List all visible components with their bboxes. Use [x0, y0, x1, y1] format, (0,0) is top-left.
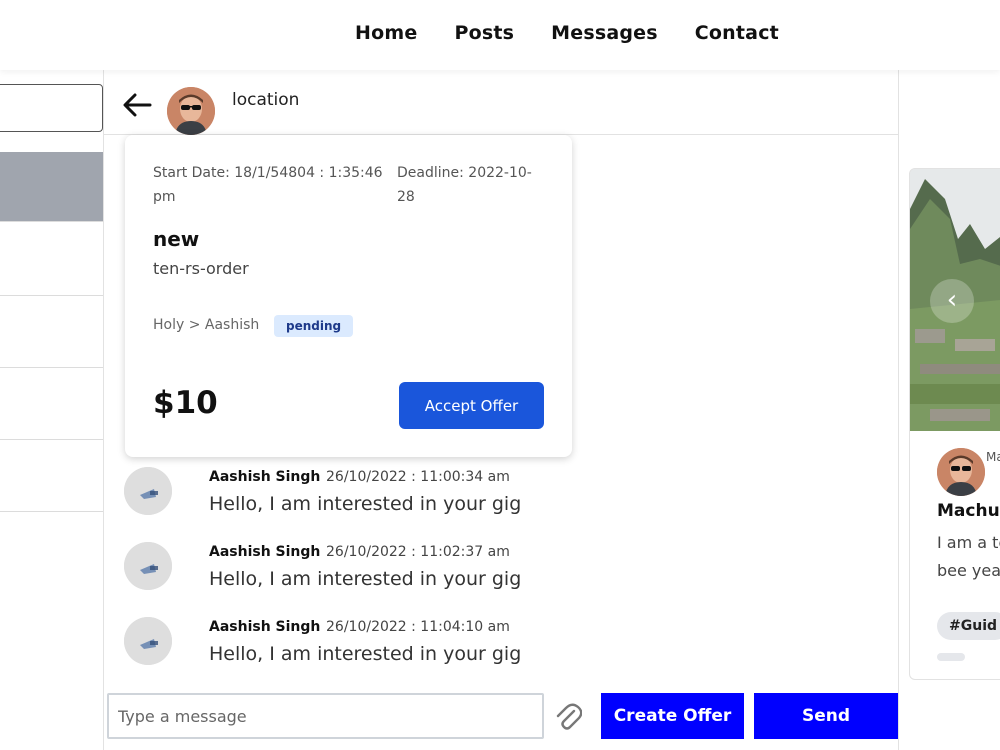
message-text: Hello, I am interested in your gig — [209, 643, 522, 665]
message-timestamp: 26/10/2022 : 11:00:34 am — [326, 469, 510, 485]
accept-offer-button[interactable]: Accept Offer — [399, 382, 544, 429]
chevron-left-icon: ‹ — [946, 285, 958, 315]
message-item: Aashish Singh 26/10/2022 : 11:02:37 am H… — [124, 542, 724, 598]
nav-home-link[interactable]: Home — [355, 22, 417, 44]
post-body: I am a te have bee years an — [937, 533, 1000, 580]
back-arrow-icon[interactable] — [122, 92, 152, 118]
message-input[interactable] — [107, 693, 544, 739]
message-timestamp: 26/10/2022 : 11:04:10 am — [326, 619, 510, 635]
carousel-indicator[interactable] — [937, 653, 965, 661]
message-author: Aashish Singh — [209, 544, 321, 560]
nav-posts-link[interactable]: Posts — [454, 22, 514, 44]
offer-price: $10 — [153, 385, 218, 421]
status-badge: pending — [274, 315, 354, 337]
message-text: Hello, I am interested in your gig — [209, 493, 522, 515]
offer-subtitle: ten-rs-order — [153, 259, 249, 278]
nav-messages-link[interactable]: Messages — [551, 22, 658, 44]
message-timestamp: 26/10/2022 : 11:02:37 am — [326, 544, 510, 560]
conversation-item-active[interactable] — [0, 152, 103, 222]
avatar — [124, 467, 172, 515]
send-button[interactable]: Send — [754, 693, 898, 739]
message-item: Aashish Singh 26/10/2022 : 11:00:34 am H… — [124, 467, 724, 523]
avatar — [937, 448, 985, 496]
message-item: Aashish Singh 26/10/2022 : 11:04:10 am H… — [124, 617, 724, 673]
nav-links: Home Posts Messages Contact — [355, 22, 816, 44]
chat-header-location: location — [232, 90, 300, 110]
conversation-sidebar — [0, 70, 103, 750]
offer-deadline: Deadline: 2022-10-28 — [397, 165, 532, 205]
nav-contact-link[interactable]: Contact — [695, 22, 779, 44]
chat-header: location — [104, 70, 899, 135]
post-preview-panel: ‹ Ma Machu I am a te have bee years an #… — [899, 70, 1000, 750]
post-author-meta: Ma — [986, 450, 1000, 464]
post-tag[interactable]: #Guid — [937, 612, 1000, 640]
avatar — [124, 542, 172, 590]
create-offer-button[interactable]: Create Offer — [601, 693, 744, 739]
chat-panel: location Start Date: 18/1/54804 : 1:35:4… — [103, 70, 899, 750]
top-navbar: Home Posts Messages Contact — [0, 0, 1000, 70]
paperclip-icon[interactable] — [554, 702, 582, 732]
message-author: Aashish Singh — [209, 469, 321, 485]
avatar — [124, 617, 172, 665]
avatar — [167, 87, 215, 135]
conversation-item[interactable] — [0, 296, 103, 368]
carousel-prev-button[interactable]: ‹ — [930, 279, 974, 323]
message-text: Hello, I am interested in your gig — [209, 568, 522, 590]
post-image: ‹ — [910, 169, 1000, 431]
offer-start-date: Start Date: 18/1/54804 : 1:35:46 pm — [153, 165, 383, 205]
conversation-item[interactable] — [0, 440, 103, 512]
conversation-search-input[interactable] — [0, 84, 103, 132]
conversation-item[interactable] — [0, 368, 103, 440]
post-card[interactable]: ‹ Ma Machu I am a te have bee years an #… — [909, 168, 1000, 680]
offer-title: new — [153, 227, 200, 251]
offer-card: Start Date: 18/1/54804 : 1:35:46 pm Dead… — [125, 135, 572, 457]
offer-parties: Holy > Aashish — [153, 317, 260, 333]
conversation-item[interactable] — [0, 222, 103, 296]
message-author: Aashish Singh — [209, 619, 321, 635]
post-title: Machu — [937, 501, 1000, 521]
